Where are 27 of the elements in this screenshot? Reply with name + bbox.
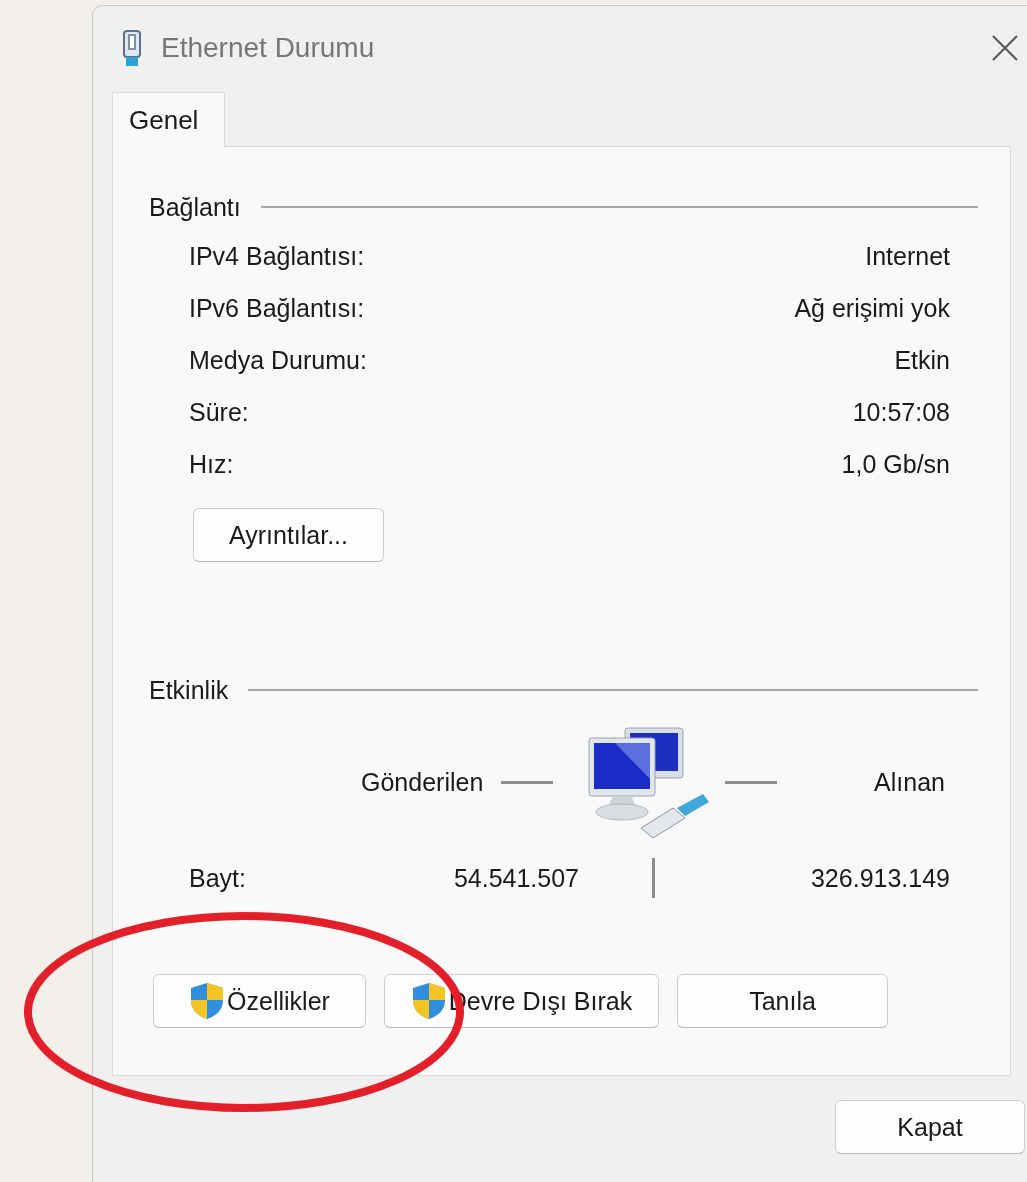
ethernet-plug-icon <box>121 29 143 67</box>
bytes-label: Bayt: <box>189 863 247 893</box>
action-button[interactable]: Tanıla <box>677 974 888 1028</box>
field-label: Hız: <box>189 449 234 479</box>
shield-icon <box>189 982 226 1020</box>
window-title: Ethernet Durumu <box>161 32 376 64</box>
shield-icon <box>410 982 447 1020</box>
bytes-sent-value: 54.541.507 <box>452 863 579 893</box>
field-label: Süre: <box>189 397 249 427</box>
field-label: IPv4 Bağlantısı: <box>189 241 365 271</box>
sent-label: Gönderilen <box>361 767 484 797</box>
details-button[interactable]: Ayrıntılar... <box>193 508 384 562</box>
close-button[interactable]: Kapat <box>835 1100 1025 1154</box>
section-heading: Bağlantı <box>149 192 241 222</box>
field-label: Medya Durumu: <box>189 345 367 375</box>
section-heading: Etkinlik <box>149 675 229 705</box>
field-value: Ağ erişimi yok <box>794 293 950 323</box>
tab[interactable]: Genel <box>112 92 226 147</box>
field-label: IPv6 Bağlantısı: <box>189 293 365 323</box>
received-label: Alınan <box>874 767 945 797</box>
close-icon[interactable] <box>991 34 1019 62</box>
action-button[interactable]: Özellikler <box>153 974 366 1028</box>
field-value: 10:57:08 <box>852 397 950 427</box>
field-value: 1,0 Gb/sn <box>841 449 950 479</box>
field-value: Etkin <box>894 345 950 375</box>
field-value: Internet <box>865 241 950 271</box>
bytes-received-value: 326.913.149 <box>809 863 950 893</box>
